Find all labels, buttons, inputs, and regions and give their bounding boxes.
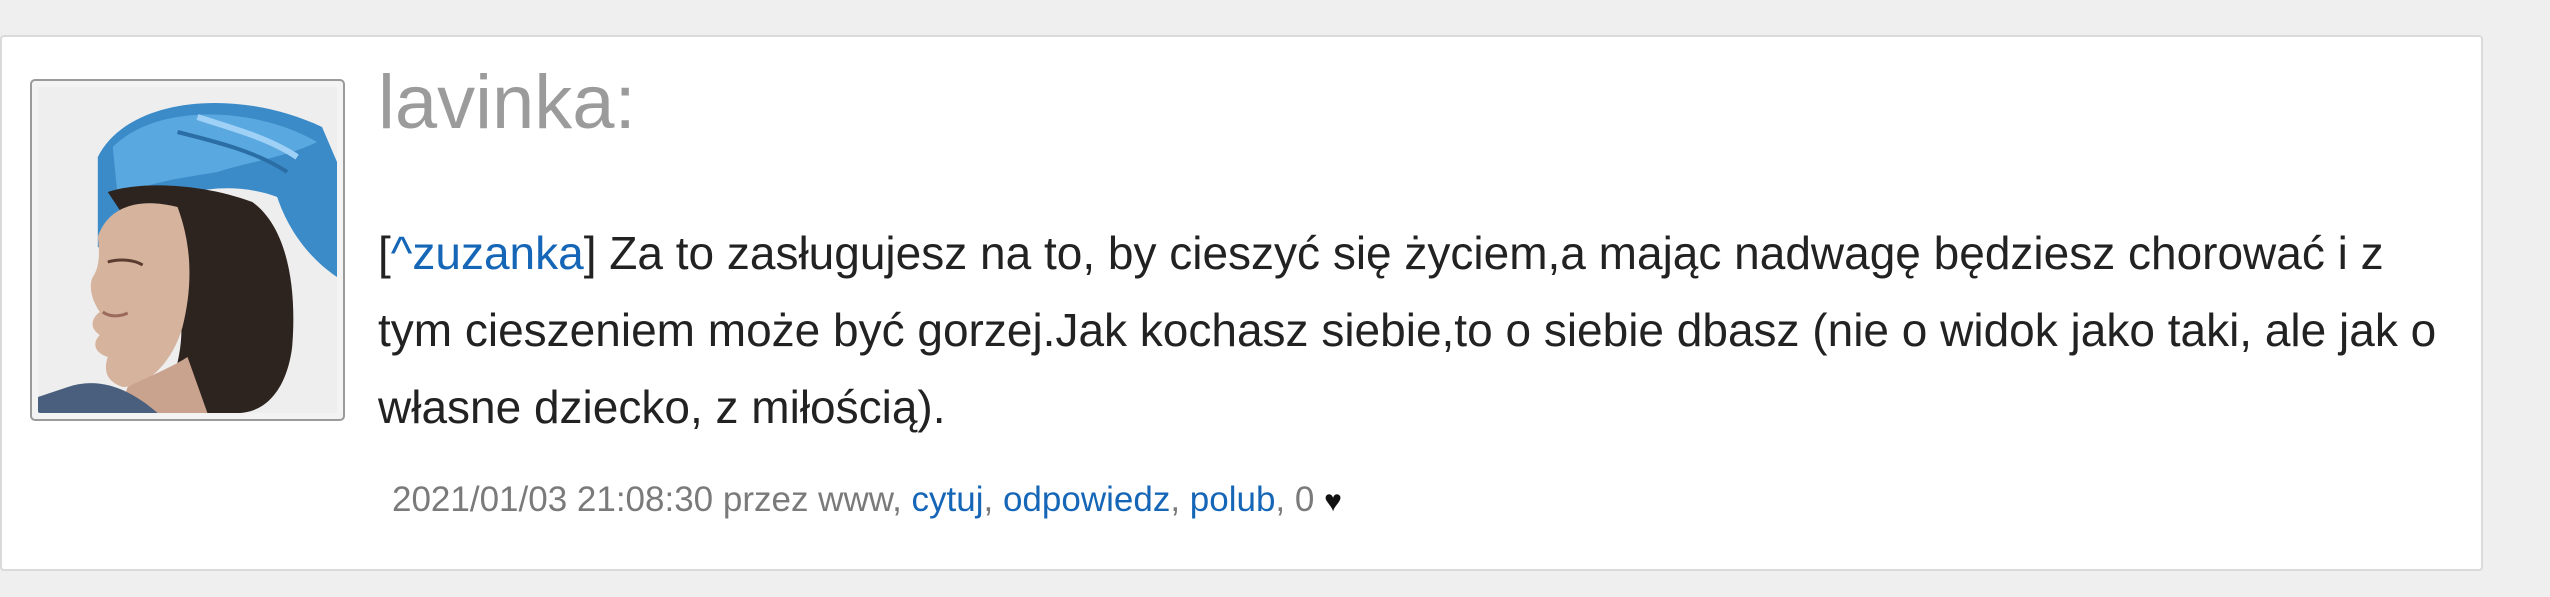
bracket-open: [ [378, 227, 391, 279]
post-author: lavinka: [378, 60, 636, 145]
post-body: [^zuzanka] Za to zasługujesz na to, by c… [378, 215, 2468, 446]
avatar-image [38, 87, 337, 413]
quote-link[interactable]: cytuj [912, 480, 984, 519]
like-count: 0 [1294, 480, 1315, 519]
heart-icon: ♥ [1324, 485, 1342, 518]
separator: , [1275, 480, 1286, 519]
like-link[interactable]: polub [1190, 480, 1276, 519]
post-card: lavinka: [^zuzanka] Za to zasługujesz na… [0, 35, 2483, 571]
avatar[interactable] [30, 79, 345, 421]
mention-link[interactable]: ^zuzanka [391, 227, 584, 279]
post-meta: 2021/01/03 21:08:30 przez www, cytuj, od… [392, 480, 1342, 520]
separator: , [1170, 480, 1181, 519]
bracket-close: ] [583, 227, 597, 279]
post-timestamp: 2021/01/03 21:08:30 przez www, [392, 480, 902, 519]
reply-link[interactable]: odpowiedz [1003, 480, 1170, 519]
post-text: Za to zasługujesz na to, by cieszyć się … [378, 227, 2437, 433]
separator: , [983, 480, 994, 519]
